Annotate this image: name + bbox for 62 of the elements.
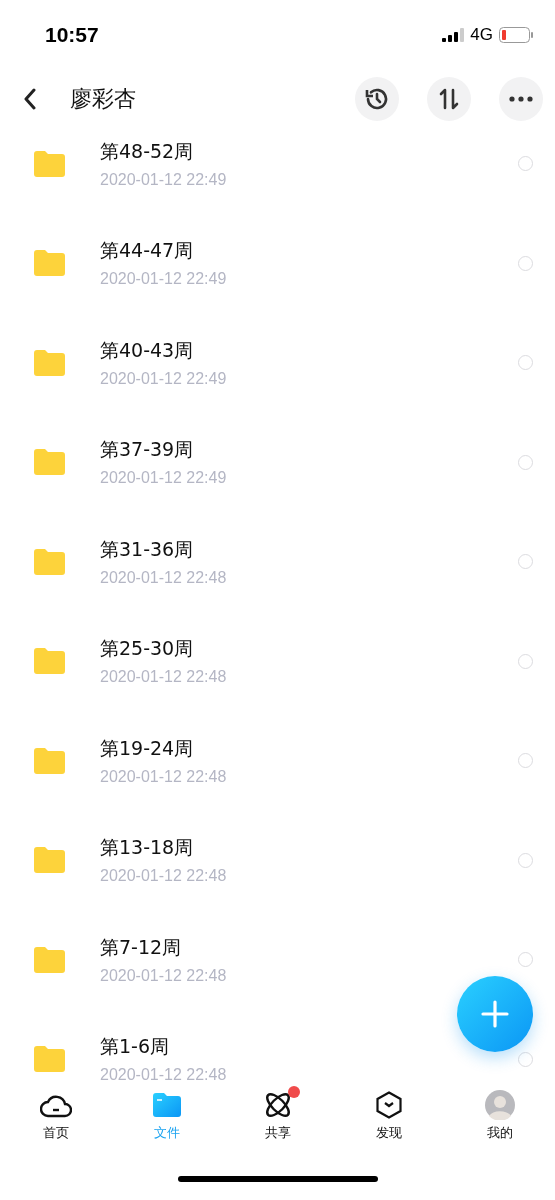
folder-name[interactable]: 第37-39周 <box>100 437 194 464</box>
history-button[interactable] <box>355 77 399 121</box>
folder-name[interactable]: 第25-30周 <box>100 636 194 663</box>
signal-icon <box>442 28 465 42</box>
select-circle[interactable] <box>518 255 533 271</box>
select-circle[interactable] <box>518 454 533 470</box>
plus-icon <box>480 999 510 1029</box>
folder-name[interactable]: 第40-43周 <box>100 337 194 364</box>
avatar-icon <box>484 1090 515 1120</box>
select-circle[interactable] <box>518 355 533 371</box>
folder-date: 2020-01-12 22:49 <box>100 469 227 488</box>
tab-item[interactable]: 共享 <box>222 1086 333 1152</box>
page-title: 廖彩杏 <box>70 85 137 113</box>
folder-icon <box>34 747 65 774</box>
more-icon <box>509 96 533 102</box>
folder-icon <box>34 349 65 376</box>
folder-date: 2020-01-12 22:48 <box>100 568 227 587</box>
select-circle[interactable] <box>518 554 533 570</box>
folder-name[interactable]: 第13-18周 <box>100 835 194 862</box>
folder-icon <box>152 1093 181 1117</box>
folder-icon <box>34 548 65 575</box>
select-circle[interactable] <box>518 156 533 172</box>
folder-icon <box>34 648 65 675</box>
folder-icon <box>34 1046 65 1073</box>
folder-icon <box>34 449 65 476</box>
folder-date: 2020-01-12 22:48 <box>100 767 227 786</box>
folder-date: 2020-01-12 22:48 <box>100 1066 227 1085</box>
select-circle[interactable] <box>518 1051 533 1067</box>
folder-icon <box>34 250 65 277</box>
select-circle[interactable] <box>518 653 533 669</box>
tab-item[interactable]: 发现 <box>333 1086 444 1152</box>
add-button[interactable] <box>457 976 533 1052</box>
folder-date: 2020-01-12 22:48 <box>100 966 227 985</box>
select-circle[interactable] <box>518 852 533 868</box>
select-circle[interactable] <box>518 753 533 769</box>
folder-date: 2020-01-12 22:49 <box>100 270 227 289</box>
history-icon <box>364 86 390 112</box>
folder-date: 2020-01-12 22:48 <box>100 867 227 886</box>
status-time: 10:57 <box>45 23 99 47</box>
folder-icon <box>34 946 65 973</box>
folder-name[interactable]: 第7-12周 <box>100 934 182 961</box>
folder-name[interactable]: 第1-6周 <box>100 1034 170 1061</box>
folder-name[interactable]: 第31-36周 <box>100 536 194 563</box>
folder-name[interactable]: 第44-47周 <box>100 238 194 265</box>
tab-item[interactable]: 首页 <box>0 1086 111 1152</box>
more-button[interactable] <box>499 77 543 121</box>
folder-date: 2020-01-12 22:48 <box>100 668 227 687</box>
folder-icon <box>34 847 65 874</box>
battery-icon <box>499 27 533 43</box>
folder-date: 2020-01-12 22:49 <box>100 170 227 189</box>
folder-icon <box>34 150 65 177</box>
hexagon-icon <box>375 1091 402 1119</box>
folder-name[interactable]: 第19-24周 <box>100 735 194 762</box>
back-icon <box>23 88 37 110</box>
sort-icon <box>437 87 461 111</box>
network-label: 4G <box>470 25 493 45</box>
tab-item[interactable]: 我的 <box>444 1086 555 1152</box>
select-circle[interactable] <box>518 952 533 968</box>
folder-date: 2020-01-12 22:49 <box>100 369 227 388</box>
sort-button[interactable] <box>427 77 471 121</box>
orbit-icon <box>263 1091 292 1119</box>
folder-name[interactable]: 第48-52周 <box>100 138 194 165</box>
